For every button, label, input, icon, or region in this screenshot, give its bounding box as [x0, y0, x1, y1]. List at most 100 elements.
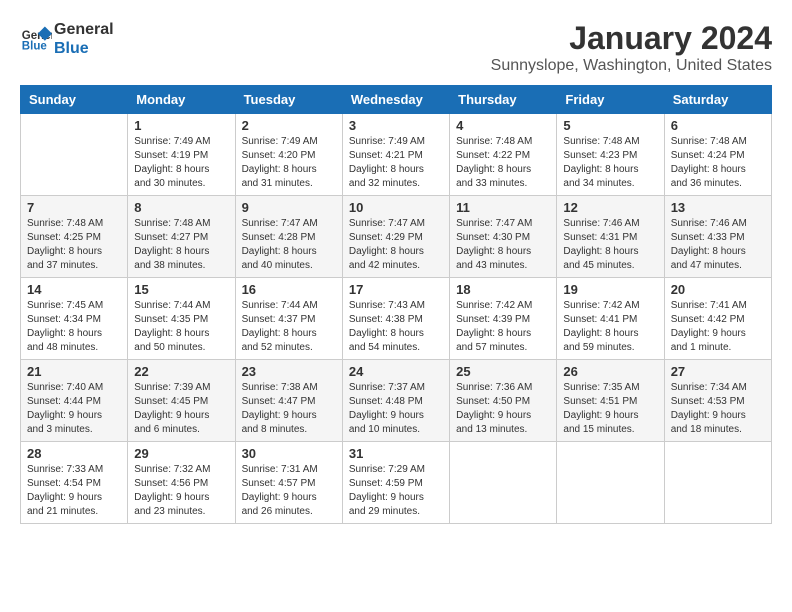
day-info: Sunrise: 7:34 AMSunset: 4:53 PMDaylight:…	[671, 381, 765, 437]
day-number: 9	[242, 200, 336, 215]
day-number: 25	[456, 364, 550, 379]
logo-icon: General Blue	[20, 23, 52, 55]
day-number: 13	[671, 200, 765, 215]
day-number: 2	[242, 118, 336, 133]
day-info: Sunrise: 7:48 AMSunset: 4:25 PMDaylight:…	[27, 217, 121, 273]
calendar-table: SundayMondayTuesdayWednesdayThursdayFrid…	[20, 85, 772, 524]
calendar-cell: 13 Sunrise: 7:46 AMSunset: 4:33 PMDayligh…	[664, 196, 771, 278]
weekday-header-monday: Monday	[128, 86, 235, 114]
day-number: 26	[563, 364, 657, 379]
calendar-week-row: 21 Sunrise: 7:40 AMSunset: 4:44 PMDayligh…	[21, 360, 772, 442]
day-info: Sunrise: 7:35 AMSunset: 4:51 PMDaylight:…	[563, 381, 657, 437]
calendar-cell: 9 Sunrise: 7:47 AMSunset: 4:28 PMDaylight…	[235, 196, 342, 278]
day-number: 29	[134, 446, 228, 461]
day-number: 7	[27, 200, 121, 215]
day-info: Sunrise: 7:47 AMSunset: 4:28 PMDaylight:…	[242, 217, 336, 273]
day-number: 31	[349, 446, 443, 461]
calendar-cell: 28Sunrise: 7:33 AMSunset: 4:54 PMDayligh…	[21, 442, 128, 524]
day-number: 19	[563, 282, 657, 297]
day-info: Sunrise: 7:40 AMSunset: 4:44 PMDaylight:…	[27, 381, 121, 437]
day-info: Sunrise: 7:47 AMSunset: 4:30 PMDaylight:…	[456, 217, 550, 273]
day-info: Sunrise: 7:43 AMSunset: 4:38 PMDaylight:…	[349, 299, 443, 355]
calendar-cell: 17 Sunrise: 7:43 AMSunset: 4:38 PMDayligh…	[342, 278, 449, 360]
day-info: Sunrise: 7:48 AMSunset: 4:22 PMDaylight:…	[456, 135, 550, 191]
calendar-cell: 8 Sunrise: 7:48 AMSunset: 4:27 PMDaylight…	[128, 196, 235, 278]
calendar-cell: 6 Sunrise: 7:48 AMSunset: 4:24 PMDaylight…	[664, 114, 771, 196]
day-info: Sunrise: 7:29 AMSunset: 4:59 PMDaylight:…	[349, 463, 443, 519]
day-info: Sunrise: 7:47 AMSunset: 4:29 PMDaylight:…	[349, 217, 443, 273]
svg-text:Blue: Blue	[22, 41, 48, 53]
day-info: Sunrise: 7:33 AMSunset: 4:54 PMDaylight:…	[27, 463, 121, 519]
calendar-week-row: 14 Sunrise: 7:45 AMSunset: 4:34 PMDayligh…	[21, 278, 772, 360]
page-subtitle: Sunnyslope, Washington, United States	[491, 57, 772, 75]
day-number: 8	[134, 200, 228, 215]
day-info: Sunrise: 7:49 AMSunset: 4:20 PMDaylight:…	[242, 135, 336, 191]
page-header: General Blue General Blue January 2024 S…	[20, 20, 772, 75]
day-number: 22	[134, 364, 228, 379]
logo-text-general: General	[54, 20, 114, 39]
calendar-cell	[557, 442, 664, 524]
day-info: Sunrise: 7:31 AMSunset: 4:57 PMDaylight:…	[242, 463, 336, 519]
day-info: Sunrise: 7:41 AMSunset: 4:42 PMDaylight:…	[671, 299, 765, 355]
logo: General Blue General Blue	[20, 20, 114, 58]
day-number: 23	[242, 364, 336, 379]
day-number: 5	[563, 118, 657, 133]
day-info: Sunrise: 7:48 AMSunset: 4:23 PMDaylight:…	[563, 135, 657, 191]
calendar-cell: 30 Sunrise: 7:31 AMSunset: 4:57 PMDayligh…	[235, 442, 342, 524]
calendar-cell: 10 Sunrise: 7:47 AMSunset: 4:29 PMDayligh…	[342, 196, 449, 278]
calendar-cell: 15Sunrise: 7:44 AMSunset: 4:35 PMDayligh…	[128, 278, 235, 360]
day-number: 10	[349, 200, 443, 215]
day-number: 30	[242, 446, 336, 461]
day-number: 14	[27, 282, 121, 297]
calendar-cell: 2 Sunrise: 7:49 AMSunset: 4:20 PMDaylight…	[235, 114, 342, 196]
calendar-cell	[21, 114, 128, 196]
day-number: 6	[671, 118, 765, 133]
day-number: 18	[456, 282, 550, 297]
day-info: Sunrise: 7:42 AMSunset: 4:41 PMDaylight:…	[563, 299, 657, 355]
calendar-cell: 16Sunrise: 7:44 AMSunset: 4:37 PMDayligh…	[235, 278, 342, 360]
day-number: 1	[134, 118, 228, 133]
calendar-week-row: 7 Sunrise: 7:48 AMSunset: 4:25 PMDaylight…	[21, 196, 772, 278]
calendar-cell: 31 Sunrise: 7:29 AMSunset: 4:59 PMDayligh…	[342, 442, 449, 524]
day-number: 21	[27, 364, 121, 379]
day-info: Sunrise: 7:36 AMSunset: 4:50 PMDaylight:…	[456, 381, 550, 437]
calendar-cell: 23Sunrise: 7:38 AMSunset: 4:47 PMDayligh…	[235, 360, 342, 442]
day-info: Sunrise: 7:46 AMSunset: 4:33 PMDaylight:…	[671, 217, 765, 273]
calendar-cell: 7 Sunrise: 7:48 AMSunset: 4:25 PMDaylight…	[21, 196, 128, 278]
calendar-cell: 12 Sunrise: 7:46 AMSunset: 4:31 PMDayligh…	[557, 196, 664, 278]
day-number: 12	[563, 200, 657, 215]
day-info: Sunrise: 7:37 AMSunset: 4:48 PMDaylight:…	[349, 381, 443, 437]
calendar-cell: 29 Sunrise: 7:32 AMSunset: 4:56 PMDayligh…	[128, 442, 235, 524]
calendar-cell: 22 Sunrise: 7:39 AMSunset: 4:45 PMDayligh…	[128, 360, 235, 442]
calendar-cell	[664, 442, 771, 524]
calendar-cell: 26 Sunrise: 7:35 AMSunset: 4:51 PMDayligh…	[557, 360, 664, 442]
calendar-cell: 11 Sunrise: 7:47 AMSunset: 4:30 PMDayligh…	[450, 196, 557, 278]
day-number: 4	[456, 118, 550, 133]
weekday-header-friday: Friday	[557, 86, 664, 114]
calendar-cell: 21 Sunrise: 7:40 AMSunset: 4:44 PMDayligh…	[21, 360, 128, 442]
day-number: 15	[134, 282, 228, 297]
weekday-header-thursday: Thursday	[450, 86, 557, 114]
day-number: 17	[349, 282, 443, 297]
calendar-cell: 18 Sunrise: 7:42 AMSunset: 4:39 PMDayligh…	[450, 278, 557, 360]
day-info: Sunrise: 7:48 AMSunset: 4:27 PMDaylight:…	[134, 217, 228, 273]
calendar-cell: 20Sunrise: 7:41 AMSunset: 4:42 PMDayligh…	[664, 278, 771, 360]
page-title: January 2024	[491, 20, 772, 57]
day-info: Sunrise: 7:45 AMSunset: 4:34 PMDaylight:…	[27, 299, 121, 355]
calendar-cell: 1Sunrise: 7:49 AMSunset: 4:19 PMDaylight…	[128, 114, 235, 196]
calendar-cell: 27Sunrise: 7:34 AMSunset: 4:53 PMDayligh…	[664, 360, 771, 442]
day-info: Sunrise: 7:46 AMSunset: 4:31 PMDaylight:…	[563, 217, 657, 273]
day-number: 24	[349, 364, 443, 379]
day-number: 11	[456, 200, 550, 215]
day-info: Sunrise: 7:39 AMSunset: 4:45 PMDaylight:…	[134, 381, 228, 437]
calendar-header-row: SundayMondayTuesdayWednesdayThursdayFrid…	[21, 86, 772, 114]
day-number: 3	[349, 118, 443, 133]
day-info: Sunrise: 7:42 AMSunset: 4:39 PMDaylight:…	[456, 299, 550, 355]
weekday-header-saturday: Saturday	[664, 86, 771, 114]
day-info: Sunrise: 7:48 AMSunset: 4:24 PMDaylight:…	[671, 135, 765, 191]
day-info: Sunrise: 7:49 AMSunset: 4:21 PMDaylight:…	[349, 135, 443, 191]
day-info: Sunrise: 7:32 AMSunset: 4:56 PMDaylight:…	[134, 463, 228, 519]
weekday-header-tuesday: Tuesday	[235, 86, 342, 114]
title-block: January 2024 Sunnyslope, Washington, Uni…	[491, 20, 772, 75]
calendar-cell: 5 Sunrise: 7:48 AMSunset: 4:23 PMDaylight…	[557, 114, 664, 196]
